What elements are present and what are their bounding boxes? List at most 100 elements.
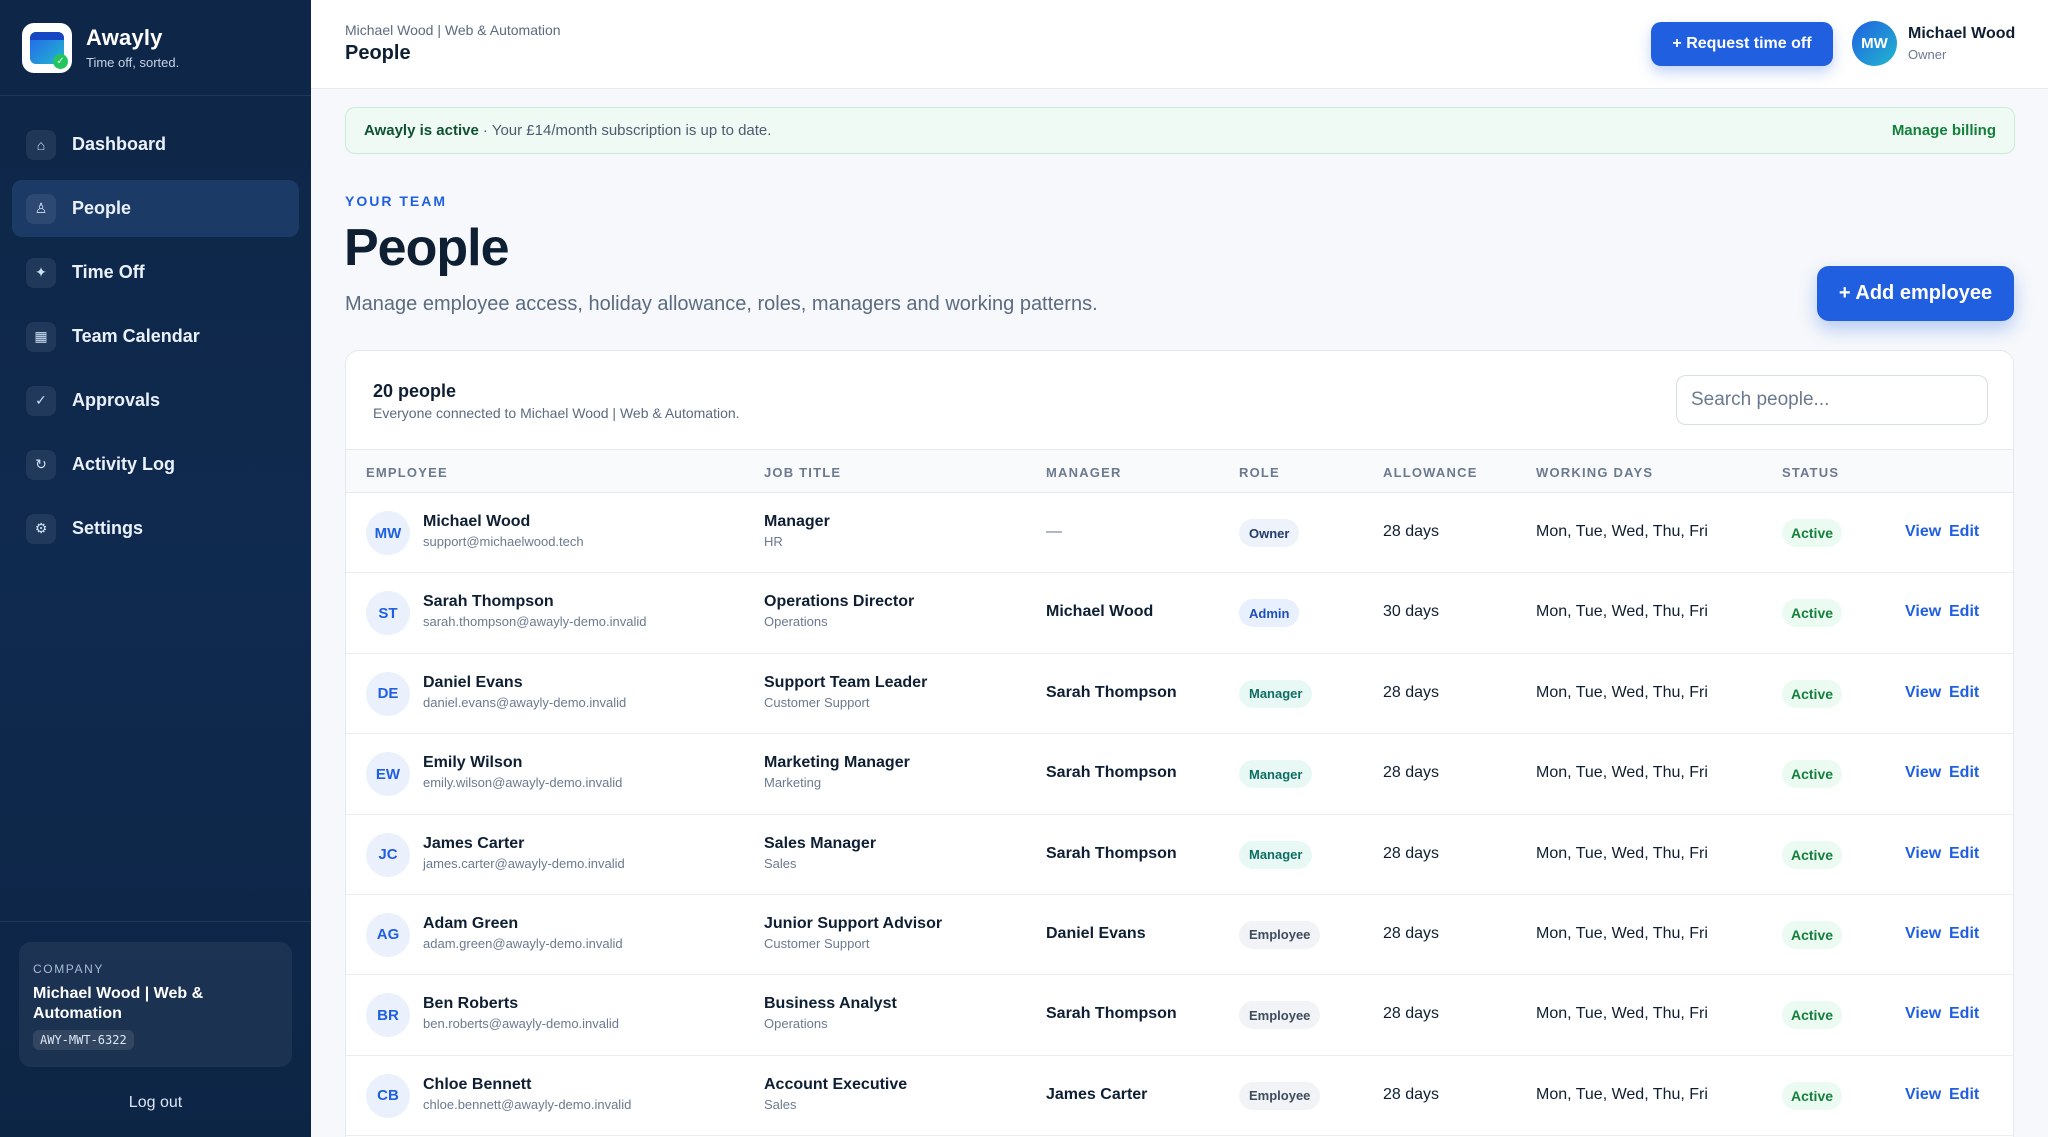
working-days: Mon, Tue, Wed, Thu, Fri — [1536, 924, 1708, 942]
column-job-title: JOB TITLE — [764, 465, 842, 480]
sidebar-item-activity-log[interactable]: ↻ Activity Log — [12, 436, 299, 493]
department: Marketing — [764, 775, 822, 791]
employee-email: emily.wilson@awayly-demo.invalid — [423, 775, 623, 791]
allowance: 28 days — [1383, 1005, 1440, 1023]
page-subtitle: Manage employee access, holiday allowanc… — [345, 293, 1098, 315]
avatar: MW — [366, 511, 410, 555]
view-link[interactable]: View — [1905, 684, 1941, 702]
table-row[interactable]: EW Emily Wilson emily.wilson@awayly-demo.i… — [346, 734, 2013, 815]
user-name[interactable]: Michael Wood — [1908, 25, 2015, 43]
breadcrumb[interactable]: Michael Wood | Web & Automation — [345, 22, 561, 38]
sidebar-item-label: Team Calendar — [72, 326, 200, 346]
role-badge: Employee — [1239, 1001, 1321, 1030]
edit-link[interactable]: Edit — [1949, 845, 1979, 863]
employee-name[interactable]: Daniel Evans — [423, 674, 523, 692]
view-link[interactable]: View — [1905, 603, 1941, 621]
job-title: Operations Director — [764, 593, 915, 611]
allowance: 28 days — [1383, 844, 1440, 862]
working-days: Mon, Tue, Wed, Thu, Fri — [1536, 683, 1708, 701]
role-badge: Manager — [1239, 760, 1313, 789]
manager-name: Sarah Thompson — [1046, 764, 1177, 782]
people-table-card: 20 people Everyone connected to Michael … — [345, 350, 2014, 1137]
edit-link[interactable]: Edit — [1949, 1086, 1979, 1104]
employee-name[interactable]: Adam Green — [423, 915, 518, 933]
department: Sales — [764, 855, 797, 871]
edit-link[interactable]: Edit — [1949, 1005, 1979, 1023]
edit-link[interactable]: Edit — [1949, 603, 1979, 621]
allowance: 28 days — [1383, 1085, 1440, 1103]
job-title: Sales Manager — [764, 834, 877, 852]
sidebar-item-label: People — [72, 198, 132, 218]
edit-link[interactable]: Edit — [1949, 684, 1979, 702]
view-link[interactable]: View — [1905, 1086, 1941, 1104]
manager-name: Michael Wood — [1046, 603, 1154, 621]
employee-email: support@michaelwood.tech — [423, 534, 584, 549]
sidebar-item-dashboard[interactable]: ⌂ Dashboard — [12, 116, 299, 173]
people-count-subtitle: Everyone connected to Michael Wood | Web… — [373, 405, 740, 421]
employee-email: chloe.bennett@awayly-demo.invalid — [423, 1096, 632, 1112]
calendar-icon: ▦ — [26, 321, 56, 352]
table-row[interactable]: DE Daniel Evans daniel.evans@awayly-demo.i… — [346, 654, 2013, 735]
company-code: AWY-MWT-6322 — [33, 1030, 134, 1050]
view-link[interactable]: View — [1905, 1005, 1941, 1023]
view-link[interactable]: View — [1905, 523, 1941, 541]
role-badge: Owner — [1239, 519, 1300, 547]
status-badge: Active — [1782, 679, 1843, 708]
job-title: Manager — [764, 513, 830, 530]
calendar-check-icon — [30, 31, 68, 69]
edit-link[interactable]: Edit — [1949, 523, 1979, 541]
sidebar-item-label: Time Off — [72, 262, 145, 282]
sidebar-item-time-off[interactable]: ✦ Time Off — [12, 244, 299, 301]
employee-name[interactable]: Chloe Bennett — [423, 1076, 531, 1094]
employee-name[interactable]: Michael Wood — [423, 513, 530, 531]
view-link[interactable]: View — [1905, 925, 1941, 943]
allowance: 28 days — [1383, 764, 1440, 782]
request-time-off-button[interactable]: + Request time off — [1651, 22, 1833, 66]
table-row[interactable]: ST Sarah Thompson sarah.thompson@awayly-de… — [346, 573, 2013, 654]
employee-name[interactable]: Ben Roberts — [423, 995, 518, 1013]
role-badge: Employee — [1239, 920, 1321, 949]
avatar[interactable]: MW — [1852, 21, 1897, 66]
table-row[interactable]: MW Michael Wood support@michaelwood.tech Ma… — [346, 493, 2013, 574]
sidebar-item-label: Activity Log — [72, 454, 176, 474]
add-employee-button[interactable]: + Add employee — [1817, 266, 2014, 321]
manage-billing-link[interactable]: Manage billing — [1892, 122, 1996, 139]
table-row[interactable]: JC James Carter james.carter@awayly-demo.i… — [346, 815, 2013, 895]
sidebar-item-people[interactable]: ♙ People — [12, 180, 299, 237]
search-input[interactable] — [1676, 375, 1988, 425]
people-count: 20 people — [373, 381, 457, 401]
edit-link[interactable]: Edit — [1949, 764, 1979, 782]
employee-name[interactable]: Sarah Thompson — [423, 593, 554, 611]
department: Customer Support — [764, 935, 870, 951]
role-badge: Manager — [1239, 840, 1313, 869]
job-title: Account Executive — [764, 1075, 908, 1093]
status-badge: Active — [1782, 1081, 1843, 1110]
employee-email: james.carter@awayly-demo.invalid — [423, 855, 625, 871]
allowance: 30 days — [1383, 603, 1440, 621]
view-link[interactable]: View — [1905, 764, 1941, 782]
employee-email: ben.roberts@awayly-demo.invalid — [423, 1016, 620, 1032]
department: HR — [764, 534, 783, 549]
sidebar-item-settings[interactable]: ⚙ Settings — [12, 500, 299, 557]
sidebar-item-approvals[interactable]: ✓ Approvals — [12, 372, 299, 429]
brand[interactable]: Awayly Time off, sorted. — [0, 0, 311, 96]
brand-name: Awayly — [86, 25, 163, 50]
manager-name: James Carter — [1046, 1085, 1148, 1103]
logout-link[interactable]: Log out — [0, 1094, 311, 1112]
employee-name[interactable]: Emily Wilson — [423, 754, 522, 772]
employee-name[interactable]: James Carter — [423, 835, 524, 853]
table-row[interactable]: AG Adam Green adam.green@awayly-demo.inval… — [346, 895, 2013, 976]
user-role: Owner — [1908, 47, 1947, 62]
status-badge: Active — [1782, 519, 1843, 547]
view-link[interactable]: View — [1905, 845, 1941, 863]
manager-name: Sarah Thompson — [1046, 1005, 1177, 1023]
table-row[interactable]: BR Ben Roberts ben.roberts@awayly-demo.inv… — [346, 975, 2013, 1056]
sidebar-item-label: Approvals — [72, 390, 161, 410]
check-icon: ✓ — [26, 385, 56, 416]
role-badge: Admin — [1239, 599, 1300, 628]
sidebar-item-team-calendar[interactable]: ▦ Team Calendar — [12, 308, 299, 365]
edit-link[interactable]: Edit — [1949, 925, 1979, 943]
table-row[interactable]: CB Chloe Bennett chloe.bennett@awayly-demo… — [346, 1056, 2013, 1137]
department: Operations — [764, 614, 828, 630]
avatar: ST — [366, 591, 410, 636]
